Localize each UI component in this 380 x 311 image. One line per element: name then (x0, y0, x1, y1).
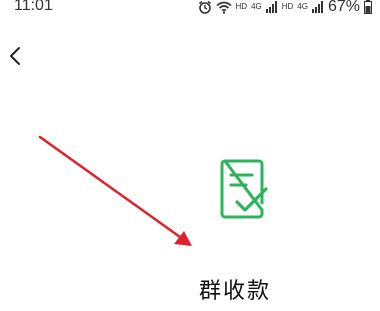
signal-bars-icon (311, 1, 323, 13)
document-check-icon (220, 159, 268, 219)
network-2-hd-label: HD (281, 2, 294, 11)
status-time: 11:01 (14, 0, 53, 14)
signal-bars-icon (265, 1, 277, 13)
network-1-gen-label: 4G (251, 2, 262, 11)
alarm-clock-icon (198, 0, 211, 14)
chevron-left-icon (10, 47, 20, 65)
group-payment-screen: 11:01 HD 4G HD 4G 67% 群收款 (0, 0, 380, 311)
page-title: 群收款 (198, 279, 271, 304)
status-icons: HD 4G HD 4G 67% (198, 0, 372, 16)
network-1-hd-label: HD (235, 2, 248, 11)
battery-percent: 67% (327, 0, 360, 15)
network-2-gen-label: 4G (297, 2, 308, 11)
back-button[interactable] (4, 42, 28, 70)
status-bar: 11:01 HD 4G HD 4G 67% (0, 0, 380, 22)
annotation-arrow (38, 135, 192, 246)
battery-icon (364, 0, 372, 14)
wifi-icon (215, 1, 232, 14)
